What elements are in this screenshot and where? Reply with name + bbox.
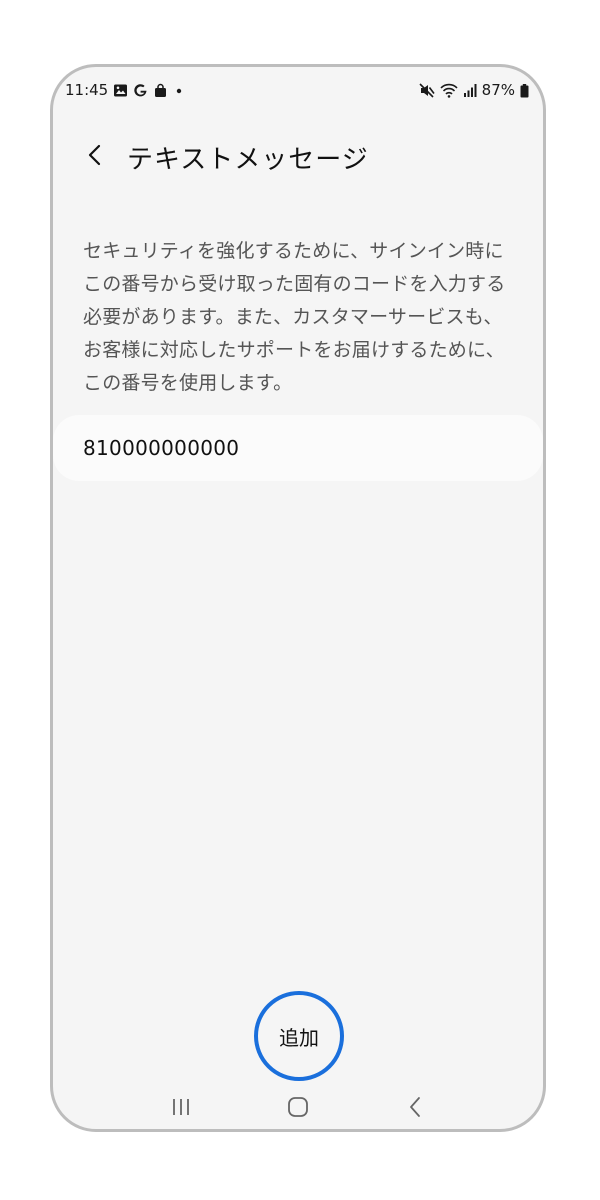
- nav-back-button[interactable]: [390, 1089, 440, 1129]
- home-icon: [287, 1096, 309, 1122]
- app-header: テキストメッセージ: [53, 133, 543, 181]
- phone-number: 810000000000: [83, 436, 240, 460]
- signal-icon: [463, 83, 477, 98]
- navigation-bar: [53, 1087, 543, 1129]
- home-button[interactable]: [273, 1089, 323, 1129]
- recent-apps-button[interactable]: [156, 1089, 206, 1129]
- page-title: テキストメッセージ: [127, 144, 369, 175]
- google-icon: [133, 83, 148, 98]
- add-button[interactable]: 追加: [254, 991, 344, 1081]
- status-bar-left: 11:45: [65, 81, 185, 99]
- description-text: セキュリティを強化するために、サインイン時にこの番号から受け取った固有のコードを…: [83, 240, 506, 394]
- back-button[interactable]: [71, 133, 119, 181]
- status-bar-right: 87%: [419, 81, 529, 99]
- back-icon: [407, 1096, 423, 1122]
- status-time: 11:45: [65, 81, 109, 99]
- wifi-icon: [440, 83, 458, 98]
- battery-percent: 87%: [481, 81, 515, 99]
- phone-number-row[interactable]: 810000000000: [53, 415, 543, 481]
- gallery-icon: [113, 83, 128, 98]
- recent-apps-icon: [170, 1097, 192, 1121]
- battery-icon: [520, 83, 529, 98]
- dot-icon: [173, 83, 185, 98]
- chevron-left-icon: [85, 143, 105, 171]
- phone-frame: 11:45 87% テキストメッセージ セキュリティを強化するために、サインイン…: [50, 64, 546, 1132]
- add-button-label: 追加: [279, 1025, 319, 1050]
- mute-icon: [419, 82, 435, 98]
- status-bar: 11:45 87%: [53, 77, 543, 103]
- shopping-bag-icon: [153, 83, 168, 98]
